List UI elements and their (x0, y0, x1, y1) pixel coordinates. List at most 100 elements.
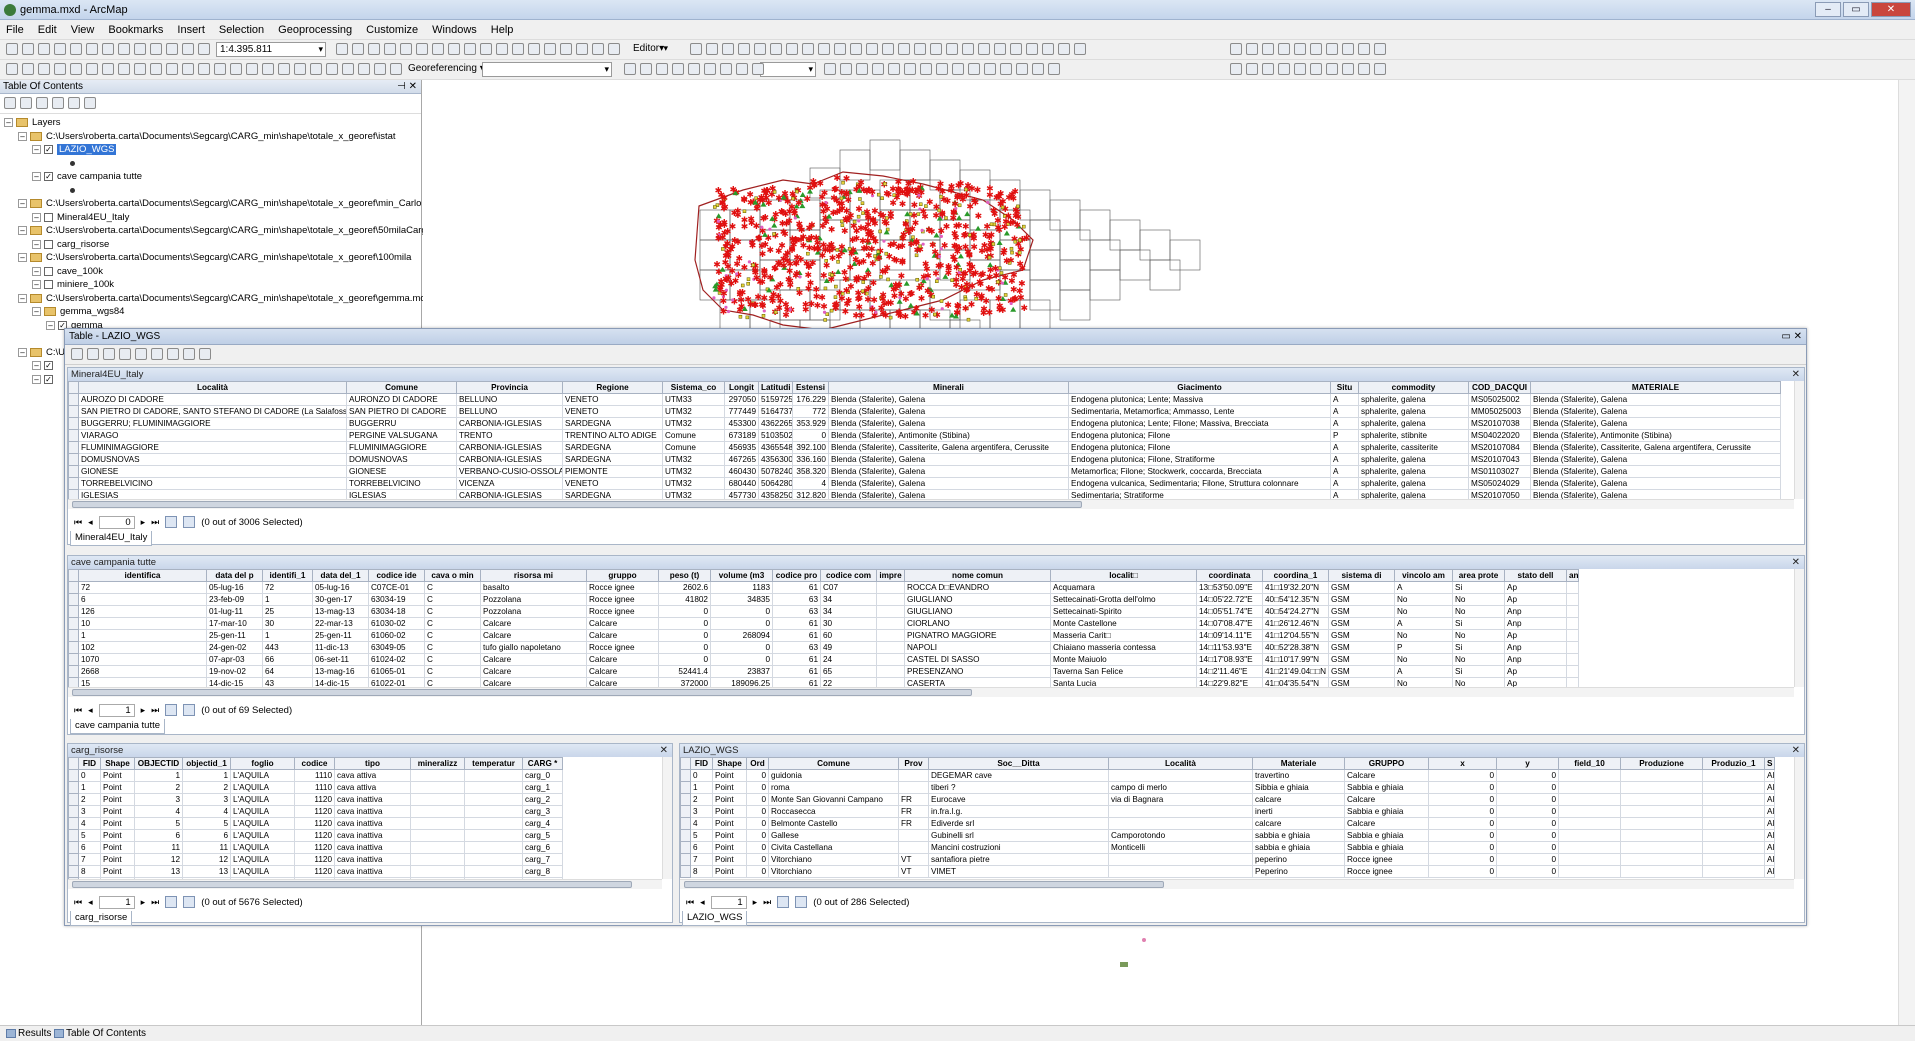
tb1-tool-icon-42[interactable] (866, 43, 878, 55)
tb2-tool-icon-40[interactable] (920, 63, 932, 75)
map-vertical-scrollbar[interactable] (1898, 80, 1915, 1025)
toc-row[interactable]: – miniere_100k (0, 278, 421, 292)
carg-column-header[interactable]: tipo (334, 757, 411, 770)
cave-cell[interactable] (68, 581, 79, 594)
mineral-table-row[interactable]: TORREBELVICINO TORREBELVICINO VICENZA VENET… (68, 477, 1781, 490)
lazio-column-header[interactable]: Shape (712, 757, 747, 770)
tb2-tool-icon-6[interactable] (102, 63, 114, 75)
mineral-column-header[interactable]: MATERIALE (1530, 381, 1781, 394)
mineral-column-header[interactable]: Giacimento (1068, 381, 1331, 394)
mineral-table-tab[interactable]: Mineral4EU_Italy (70, 531, 153, 546)
lazio-cell[interactable] (680, 865, 691, 878)
carg-column-header[interactable] (68, 757, 79, 770)
lazio-table-row[interactable]: 7 Point 0 Vitorchiano VT santafiora pietre pep… (680, 853, 1775, 866)
cave-column-header[interactable]: identifica (78, 569, 207, 582)
expand-collapse-icon[interactable]: – (32, 266, 41, 276)
tb2-tool-icon-51[interactable] (1262, 63, 1274, 75)
toc-tool-icon-1[interactable] (20, 97, 32, 109)
lazio-column-header[interactable]: Prov (898, 757, 929, 770)
mineral-table-row[interactable]: DOMUSNOVAS DOMUSNOVAS CARBONIA-IGLESIAS SAR… (68, 453, 1781, 466)
expand-collapse-icon[interactable]: – (32, 212, 41, 222)
lazio-table-row[interactable]: 1 Point 0 roma tiberi ? campo di merlo Sibbia … (680, 781, 1775, 794)
tb2-tool-icon-9[interactable] (150, 63, 162, 75)
georef-layer-combo[interactable] (482, 62, 612, 77)
tb1-tool-icon-55[interactable] (1074, 43, 1086, 55)
tb2-tool-icon-37[interactable] (872, 63, 884, 75)
carg-grid-viewport[interactable]: FID Shape OBJECTID objectid_1 foglio codice ti… (68, 757, 662, 879)
tb1-tool-icon-8[interactable] (134, 43, 146, 55)
cave-column-header[interactable]: data del_1 (312, 569, 369, 582)
cave-column-header[interactable]: stato dell (1504, 569, 1567, 582)
tb1-tool-icon-20[interactable] (448, 43, 460, 55)
tb1-tool-icon-51[interactable] (1010, 43, 1022, 55)
tb2-tool-icon-28[interactable] (672, 63, 684, 75)
carg-cell[interactable] (68, 781, 79, 794)
cave-column-header[interactable]: cava o min (424, 569, 481, 582)
tb1-tool-icon-46[interactable] (930, 43, 942, 55)
layer-checkbox[interactable]: ✓ (44, 172, 53, 182)
expand-collapse-icon[interactable]: – (18, 293, 27, 303)
scroll-thumb[interactable] (72, 689, 972, 696)
expand-collapse-icon[interactable]: – (18, 199, 27, 209)
tb1-tool-icon-40[interactable] (834, 43, 846, 55)
tb2-tool-icon-44[interactable] (984, 63, 996, 75)
carg-column-header[interactable]: temperatur (464, 757, 523, 770)
editor-menu[interactable]: Editor▾ (630, 42, 670, 57)
tb2-tool-icon-1[interactable] (22, 63, 34, 75)
layer-checkbox[interactable] (44, 212, 53, 222)
cave-column-header[interactable]: area prote (1452, 569, 1505, 582)
layer-checkbox[interactable] (44, 280, 53, 290)
toc-tool-icon-4[interactable] (68, 97, 80, 109)
tb1-tool-icon-17[interactable] (400, 43, 412, 55)
tb1-tool-icon-59[interactable] (1278, 43, 1290, 55)
tb1-tool-icon-27[interactable] (560, 43, 572, 55)
expand-collapse-icon[interactable]: – (32, 307, 41, 317)
tb2-tool-icon-15[interactable] (246, 63, 258, 75)
close-icon[interactable]: ✕ (1792, 368, 1800, 381)
tb1-tool-icon-48[interactable] (962, 43, 974, 55)
toc-row[interactable]: – Layers (0, 116, 421, 130)
toc-tab[interactable]: Table Of Contents (52, 1027, 146, 1041)
last-record-button[interactable]: ⏭ (763, 897, 771, 908)
cave-cell[interactable] (68, 629, 79, 642)
carg-table-row[interactable]: 7 Point 12 12 L'AQUILA 1120 cava inattiva carg_… (68, 853, 563, 866)
show-selected-records-icon[interactable] (183, 516, 196, 528)
expand-collapse-icon[interactable]: – (4, 118, 13, 128)
cave-horizontal-scrollbar[interactable] (68, 687, 1794, 697)
tb1-tool-icon-15[interactable] (368, 43, 380, 55)
cave-vertical-scrollbar[interactable] (1794, 569, 1804, 687)
expand-collapse-icon[interactable]: – (32, 361, 41, 371)
lazio-column-header[interactable]: Produzio_1 (1702, 757, 1765, 770)
tb2-tool-icon-41[interactable] (936, 63, 948, 75)
carg-cell[interactable] (68, 853, 79, 866)
tb2-tool-icon-10[interactable] (166, 63, 178, 75)
first-record-button[interactable]: ⏮ (74, 517, 82, 528)
carg-table-row[interactable]: 8 Point 13 13 L'AQUILA 1120 cava inattiva carg_… (68, 865, 563, 878)
tb1-tool-icon-36[interactable] (770, 43, 782, 55)
cave-column-header[interactable]: vincolo am (1394, 569, 1453, 582)
carg-cell[interactable] (68, 793, 79, 806)
carg-vertical-scrollbar[interactable] (662, 757, 672, 879)
next-record-button[interactable]: ▸ (141, 897, 146, 908)
tb2-tool-icon-47[interactable] (1032, 63, 1044, 75)
mineral-cell[interactable] (68, 429, 79, 442)
lazio-column-header[interactable]: FID (690, 757, 713, 770)
cave-table-row[interactable]: 15 14-dic-15 43 14-dic-15 61022-01 C Calcare Ca… (68, 677, 1579, 687)
tb1-tool-icon-9[interactable] (150, 43, 162, 55)
tb2-tool-icon-26[interactable] (640, 63, 652, 75)
cave-table-row[interactable]: 2668 19-nov-02 64 13-mag-16 61065-01 C Calcare… (68, 665, 1579, 678)
table-tool-icon-8[interactable] (199, 348, 211, 360)
tb2-tool-icon-27[interactable] (656, 63, 668, 75)
tb1-tool-icon-38[interactable] (802, 43, 814, 55)
mineral-column-header[interactable]: Situ (1330, 381, 1359, 394)
tb1-tool-icon-3[interactable] (54, 43, 66, 55)
cave-column-header[interactable]: impre (876, 569, 905, 582)
toc-row[interactable] (0, 184, 421, 198)
show-selected-records-icon[interactable] (183, 896, 196, 908)
scroll-thumb[interactable] (72, 881, 632, 888)
mineral-cell[interactable] (68, 405, 79, 418)
cave-column-header[interactable]: coordina_1 (1262, 569, 1329, 582)
carg-table-row[interactable]: 0 Point 1 1 L'AQUILA 1110 cava attiva carg_0 (68, 769, 563, 782)
tb2-tool-icon-53[interactable] (1294, 63, 1306, 75)
table-tool-icon-0[interactable] (71, 348, 83, 360)
